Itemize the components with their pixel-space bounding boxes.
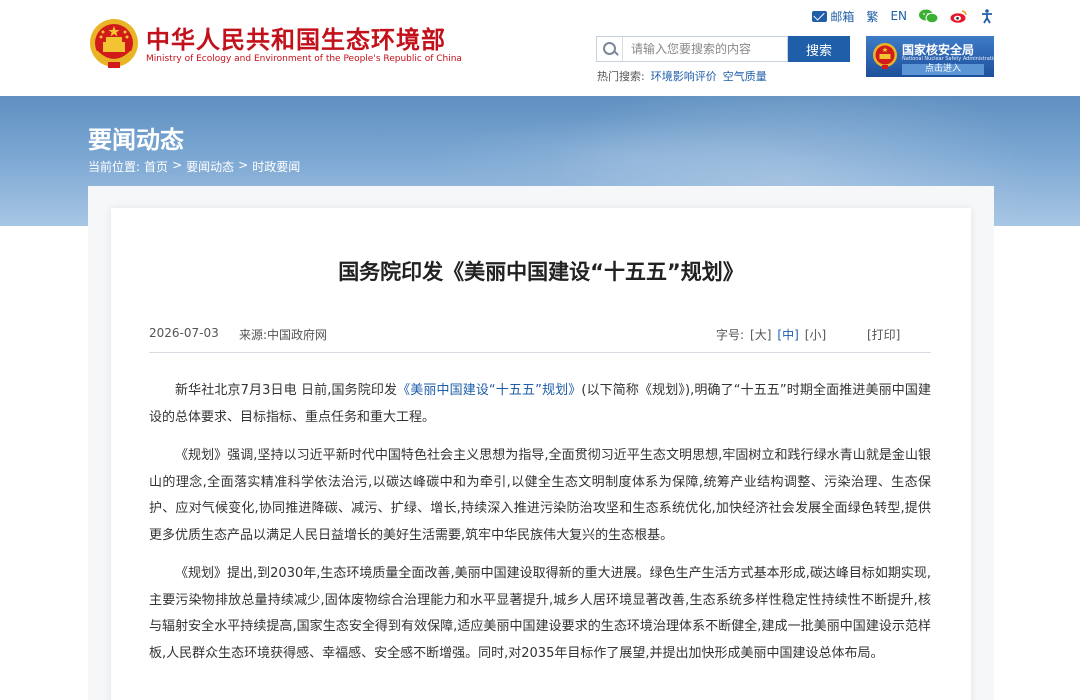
article-source: 来源:中国政府网 (239, 328, 328, 342)
search-icon (597, 37, 623, 61)
mail-link[interactable]: 邮箱 (812, 8, 854, 25)
ministry-name-en[interactable]: Ministry of Ecology and Environment of t… (146, 54, 462, 64)
national-emblem-icon (873, 43, 897, 69)
site-header: 中华人民共和国生态环境部 Ministry of Ecology and Env… (0, 0, 1080, 96)
meta-divider (149, 352, 931, 353)
search-box (596, 36, 788, 62)
mail-label: 邮箱 (830, 9, 855, 24)
accessibility-link[interactable] (980, 8, 994, 24)
weibo-icon (950, 10, 967, 23)
breadcrumb-separator: > (172, 158, 183, 172)
hot-search: 热门搜索: 环境影响评价 空气质量 (597, 68, 767, 84)
article-card: 国务院印发《美丽中国建设“十五五”规划》 2026-07-03 来源:中国政府网… (111, 208, 971, 700)
traditional-chinese-link[interactable]: 繁 (866, 8, 878, 25)
national-emblem-icon[interactable] (88, 16, 140, 72)
english-link[interactable]: EN (890, 9, 907, 23)
breadcrumb: 当前位置: 首页 > 要闻动态 > 时政要闻 (88, 158, 300, 175)
paragraph-text: 新华社北京7月3日电 日前,国务院印发 (175, 383, 398, 398)
hot-search-label: 热门搜索: (597, 70, 645, 83)
breadcrumb-home[interactable]: 首页 (144, 158, 168, 175)
wechat-icon (919, 9, 938, 23)
nnsa-name-en: National Nuclear Safety Administration (902, 56, 1000, 62)
font-size-controls: 字号: [大] [中] [小] (716, 326, 826, 343)
article-paragraph: 《规划》提出,到2030年,生态环境质量全面改善,美丽中国建设取得新的重大进展。… (149, 566, 931, 661)
article-paragraph: 《规划》强调,坚持以习近平新时代中国特色社会主义思想为指导,全面贯彻习近平生态文… (149, 448, 931, 543)
ministry-name-cn[interactable]: 中华人民共和国生态环境部 (146, 20, 446, 55)
nnsa-banner-link[interactable]: 国家核安全局 National Nuclear Safety Administr… (866, 36, 999, 77)
search-button[interactable]: 搜索 (788, 36, 850, 62)
font-size-large-button[interactable]: [大] (750, 326, 771, 343)
breadcrumb-separator: > (238, 158, 249, 172)
publish-date: 2026-07-03 (149, 326, 219, 340)
top-links: 邮箱 繁 EN (812, 6, 994, 26)
font-size-small-button[interactable]: [小] (805, 326, 826, 343)
article-paragraph: 新华社北京7月3日电 日前,国务院印发《美丽中国建设“十五五”规划》(以下简称《… (149, 378, 931, 431)
accessibility-icon (982, 8, 992, 23)
nnsa-enter-label: 点击进入 (902, 64, 984, 75)
wechat-link[interactable] (919, 9, 938, 23)
article-body: 新华社北京7月3日电 日前,国务院印发《美丽中国建设“十五五”规划》(以下简称《… (149, 378, 931, 679)
section-title: 要闻动态 (88, 126, 184, 154)
font-size-medium-button[interactable]: [中] (777, 326, 798, 343)
plan-document-link[interactable]: 《美丽中国建设“十五五”规划》 (397, 383, 581, 398)
search-input[interactable] (623, 38, 781, 60)
breadcrumb-politics[interactable]: 时政要闻 (252, 158, 300, 175)
hot-search-item[interactable]: 环境影响评价 (651, 68, 717, 84)
mail-icon (812, 10, 828, 22)
print-button[interactable]: [打印] (867, 326, 900, 343)
breadcrumb-news[interactable]: 要闻动态 (186, 158, 234, 175)
breadcrumb-prefix: 当前位置: (88, 160, 141, 174)
font-size-label: 字号: (716, 328, 745, 342)
weibo-link[interactable] (950, 9, 968, 23)
article-title: 国务院印发《美丽中国建设“十五五”规划》 (338, 260, 744, 284)
article-meta: 2026-07-03 来源:中国政府网 字号: [大] [中] [小] [打印] (149, 326, 931, 346)
hot-search-item[interactable]: 空气质量 (723, 68, 767, 84)
